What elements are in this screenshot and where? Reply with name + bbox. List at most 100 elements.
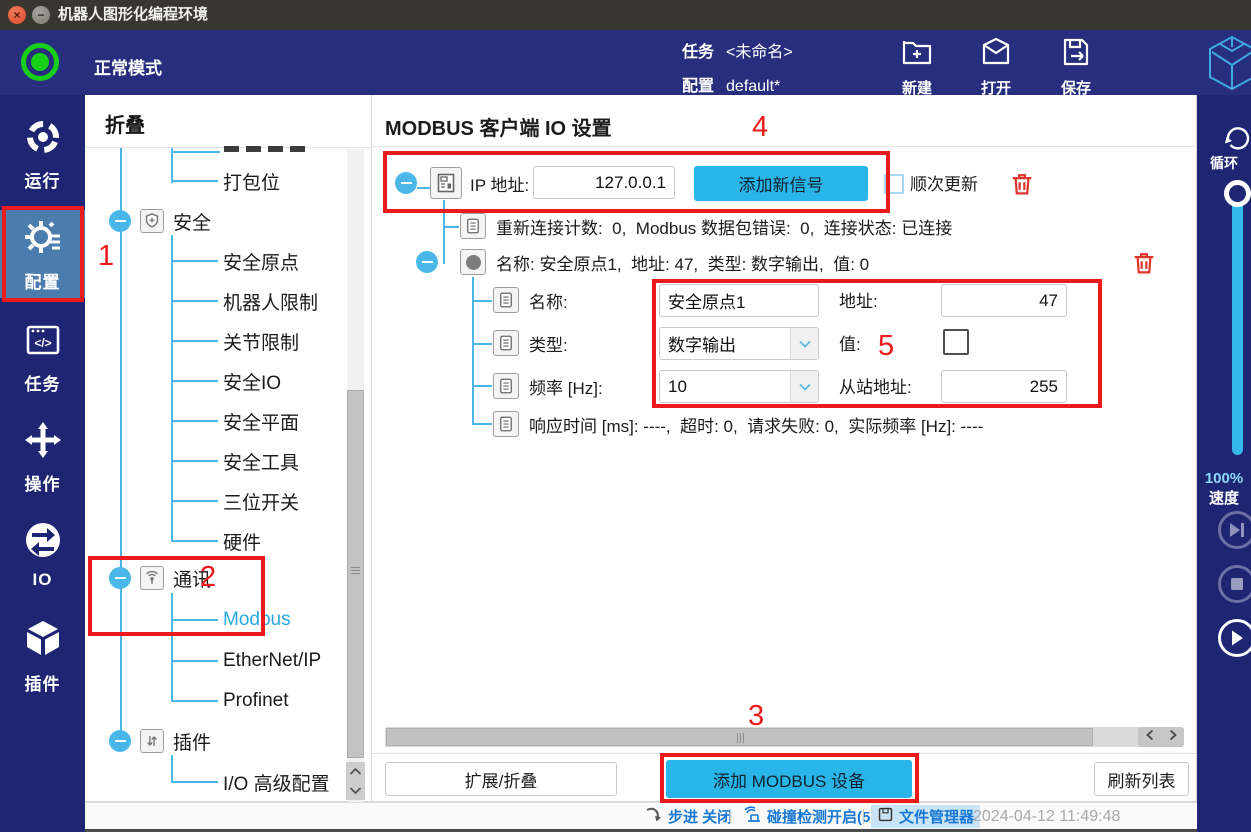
tree-item-plugin[interactable]: 插件 [109,727,211,755]
addr-input[interactable] [941,284,1067,317]
tree-branch-line [171,593,173,701]
tree-item-safety-plane[interactable]: 安全平面 [223,407,299,435]
document-icon [493,287,519,313]
task-value: <未命名> [726,44,793,61]
chevron-left-icon[interactable] [1146,728,1154,746]
collapse-node-icon[interactable] [109,567,131,589]
tree-item-communication[interactable]: 通讯 [109,564,211,592]
document-icon [460,213,486,239]
sequential-update-checkbox[interactable] [884,174,904,194]
response-stats-row: 响应时间 [ms]: ----, 超时: 0, 请求失败: 0, 实际频率 [H… [493,411,983,437]
antenna-icon [140,566,164,590]
tree-item-safety-io[interactable]: 安全IO [223,367,281,395]
tree-dash [473,343,492,345]
sidebar-item-run[interactable]: 运行 [0,117,85,192]
trash-icon[interactable] [1008,170,1036,203]
sidebar-item-plugin[interactable]: 插件 [0,618,85,695]
tree-item-io-advanced[interactable]: I/O 高级配置 [223,768,330,796]
sidebar-item-operate[interactable]: 操作 [0,420,85,495]
tree-item-modbus[interactable]: Modbus [223,606,291,634]
tree-dash [173,151,220,153]
tree-item-packing[interactable]: 打包位 [223,167,280,195]
open-icon [979,35,1013,74]
sidebar-item-task[interactable]: </> 任务 [0,320,85,395]
type-field-row: 类型: [493,330,568,356]
config-value: default* [726,78,780,95]
tree-item-label: 安全IO [223,368,281,395]
sidebar-item-label: 配置 [25,268,61,293]
tree-branch-line [443,200,445,264]
sidebar-item-io[interactable]: IO [0,520,85,590]
tree-item-robot-limit[interactable]: 机器人限制 [223,287,318,315]
ip-address-input[interactable] [533,166,675,199]
tree-scrollbar-thumb[interactable] [347,390,364,758]
tree-item-profinet[interactable]: Profinet [223,687,288,715]
expand-collapse-button[interactable]: 扩展/折叠 [385,762,617,796]
trash-icon[interactable] [1130,249,1158,282]
speed-slider-knob[interactable] [1224,180,1251,207]
signal-dot-icon [460,249,486,275]
add-signal-button[interactable]: 添加新信号 [694,166,868,201]
step-mode-toggle[interactable]: 步进 关闭 [645,803,732,830]
collapse-node-icon[interactable] [416,251,438,273]
save-button[interactable]: 保存 [1045,35,1107,93]
signal-summary-row: 名称: 安全原点1, 地址: 47, 类型: 数字输出, 值: 0 [460,249,869,275]
refresh-list-button[interactable]: 刷新列表 [1094,762,1189,796]
tree-item-safety-tool[interactable]: 安全工具 [223,447,299,475]
divider [730,809,731,824]
name-label: 名称: [529,288,568,313]
type-label: 类型: [529,331,568,356]
new-button[interactable]: 新建 [886,35,948,93]
sidebar-item-config[interactable]: 配置 [0,210,85,298]
tree-item-safety[interactable]: 安全 [109,207,211,235]
slave-addr-input[interactable] [941,370,1067,403]
tree-item-safe-home[interactable]: 安全原点 [223,247,299,275]
minimize-icon[interactable]: − [32,6,50,24]
chevron-down-icon[interactable] [349,782,362,800]
collapse-node-icon[interactable] [109,730,131,752]
file-manager-button[interactable]: 文件管理器 [871,805,980,828]
collapse-node-icon[interactable] [395,172,417,194]
divider [863,809,864,824]
collapse-node-icon[interactable] [109,210,131,232]
add-modbus-device-button[interactable]: 添加 MODBUS 设备 [666,760,912,798]
statusbar: 步进 关闭 碰撞检测开启(50%) 文件管理器 2024-04-12 11:49… [85,802,1197,829]
h-scrollbar-thumb[interactable] [386,728,1093,746]
signal-summary-text: 名称: 安全原点1, 地址: 47, 类型: 数字输出, 值: 0 [496,250,869,275]
tree-item-joint-limit[interactable]: 关节限制 [223,327,299,355]
tree-branch-line [171,148,173,183]
chevron-right-icon[interactable] [1169,728,1177,746]
tree-item-ethernet-ip[interactable]: EtherNet/IP [223,647,321,675]
freq-dropdown-value: 10 [660,377,687,397]
chevron-up-icon[interactable] [349,763,362,781]
tree-item-3pos-switch[interactable]: 三位开关 [223,487,299,515]
freq-dropdown[interactable]: 10 [659,370,819,403]
config-label: 配置 [682,78,714,95]
tree-item-label: 安全工具 [223,448,299,475]
tree-dash [473,300,492,302]
step-mode-label: 步进 关闭 [668,806,732,827]
tree-item-label: 机器人限制 [223,288,318,315]
tree-dash [473,423,492,425]
tree-header[interactable]: 折叠 [105,109,145,138]
document-icon [493,330,519,356]
speed-slider-track[interactable] [1232,195,1243,455]
divider [372,146,1197,147]
tree-item-hardware[interactable]: 硬件 [223,527,261,555]
speed-value: 100% [1197,470,1251,487]
step-forward-button[interactable] [1218,511,1251,549]
tree-item-label: 通讯 [173,565,211,592]
page-title: MODBUS 客户端 IO 设置 [385,112,612,141]
play-button[interactable] [1218,619,1251,657]
loop-icon[interactable] [1221,120,1251,157]
type-dropdown[interactable]: 数字输出 [659,327,819,360]
name-input[interactable] [659,284,819,317]
connection-stats-text: 重新连接计数: 0, Modbus 数据包错误: 0, 连接状态: 已连接 [496,214,952,239]
stop-button[interactable] [1218,565,1251,603]
open-button[interactable]: 打开 [965,35,1027,93]
sidebar-item-label: 运行 [25,167,61,192]
run-icon [23,117,63,162]
value-checkbox[interactable] [943,329,969,355]
sequential-update-label: 顺次更新 [910,170,978,195]
close-icon[interactable]: × [8,6,26,24]
